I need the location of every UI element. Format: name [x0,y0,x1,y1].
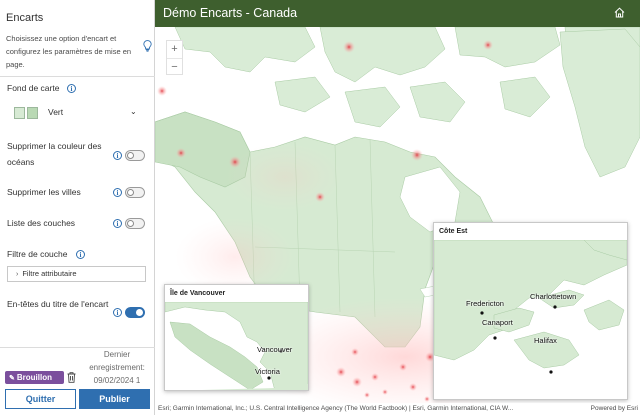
zoom-in-button[interactable]: + [167,41,182,58]
title-headers-label: En-têtes du titre de l'encart [7,299,109,309]
basemap-swatch-dark [27,107,38,119]
inset-east-canvas[interactable] [434,240,627,400]
panel-description: Choisissez une option d'encart et config… [6,34,132,69]
draft-status-badge: ✎ Brouillon [5,371,64,384]
title-headers-info-icon[interactable]: i [113,308,122,317]
trash-icon[interactable] [67,372,76,383]
app-title: Démo Encarts - Canada [163,6,298,20]
basemap-value: Vert [48,107,64,117]
option-layer-list-toggle[interactable] [125,218,145,229]
layer-filter-label: Filtre de couche [7,249,68,259]
zoom-out-button[interactable]: − [167,58,182,75]
pencil-icon: ✎ [9,375,15,382]
powered-by-esri-link[interactable]: Powered by Esri [591,403,638,415]
basemap-swatch-light [14,107,25,119]
city-label-charlottetown: Charlottetown [530,292,577,301]
inset-vancouver-title: Île de Vancouver [165,285,308,302]
basemap-label: Fond de carte [7,83,60,93]
city-label-fredericton: Fredericton [466,299,504,308]
option-layer-list-info-icon[interactable]: i [113,219,122,228]
map-attribution: Esri; Garmin International, Inc.; U.S. C… [155,403,640,415]
basemap-info-icon[interactable]: i [67,84,76,93]
panel-title: Encarts [6,12,44,24]
city-label-halifax: Halifax [534,336,557,345]
attribution-text: Esri; Garmin International, Inc.; U.S. C… [158,405,514,412]
option-remove-cities-info-icon[interactable]: i [113,188,122,197]
city-label-canaport: Canaport [482,318,513,327]
inset-map-vancouver-island[interactable]: Île de Vancouver Vancouver Victoria [164,284,309,391]
option-layer-list-label: Liste des couches [7,218,76,228]
publish-button[interactable]: Publier [79,389,150,409]
option-remove-ocean-color-info-icon[interactable]: i [113,151,122,160]
lightbulb-icon[interactable] [143,40,152,52]
inset-settings-panel: Encarts Choisissez une option d'encart e… [0,0,155,415]
city-label-victoria: Victoria [255,367,280,376]
option-remove-cities-label: Supprimer les villes [7,187,81,197]
layer-filter-info-icon[interactable]: i [76,250,85,259]
quit-button[interactable]: Quitter [5,389,76,409]
chevron-down-icon: ⌄ [130,107,137,116]
option-remove-cities-toggle[interactable] [125,187,145,198]
app-header: Démo Encarts - Canada [155,0,640,27]
draft-status-label: Brouillon [16,373,52,382]
chevron-right-icon: › [16,271,19,278]
panel-scroll-area[interactable]: Fond de carte i Vert ⌄ Supprimer la coul… [0,77,155,347]
attribute-filter-button[interactable]: › Filtre attributaire [7,266,146,282]
basemap-select[interactable]: Vert ⌄ [14,103,146,123]
last-saved-text: Dernier enregistrement: 09/02/2024 1 [89,350,145,384]
home-icon[interactable] [614,7,625,18]
zoom-control: + − [166,40,183,75]
city-label-vancouver: Vancouver [257,345,293,354]
inset-map-east-coast[interactable]: Côte Est Fredericton Charlottetown Canap… [433,222,628,400]
title-headers-toggle[interactable] [125,307,145,318]
option-remove-ocean-color-toggle[interactable] [125,150,145,161]
inset-east-title: Côte Est [434,223,627,240]
map-view[interactable]: + − Île de Vancouver Vancouver Victoria … [155,27,640,415]
option-remove-ocean-color-label: Supprimer la couleur des océans [7,141,102,167]
attribute-filter-label: Filtre attributaire [22,269,77,278]
